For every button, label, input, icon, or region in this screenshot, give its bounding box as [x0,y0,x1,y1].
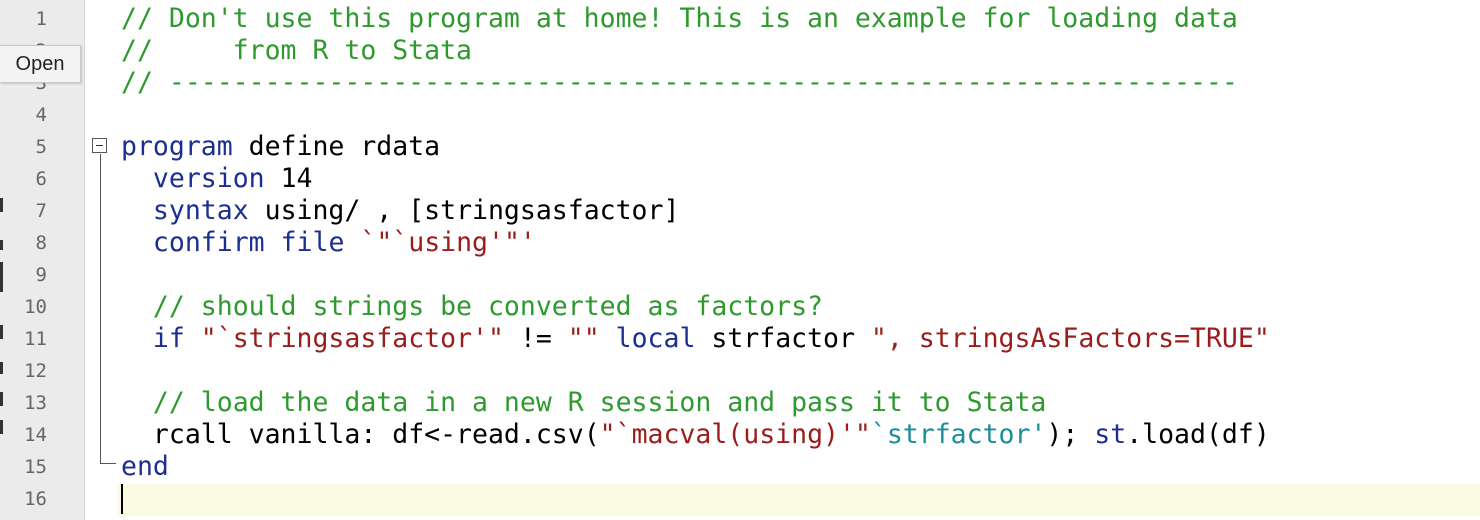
code-line-15[interactable]: end [121,451,169,483]
comment: // should strings be converted as factor… [152,291,824,322]
line-number: 1 [35,8,47,30]
keyword: st [1094,419,1127,450]
code-text: using/ , [stringsasfactor] [248,195,680,226]
fold-toggle-icon[interactable] [92,138,107,153]
background-window-edge [0,262,3,292]
line-number: 10 [24,296,47,318]
line-number: 11 [24,328,47,350]
line-number: 15 [24,456,47,478]
macro-reference: `strfactor' [870,419,1047,450]
background-window-edge [0,198,3,212]
string-literal: "" [567,323,600,354]
code-text: define rdata [232,131,441,162]
code-line-8[interactable]: confirm file `"`using'"' [121,227,536,259]
keyword: program [121,131,233,162]
current-line-highlight [117,484,1480,516]
code-line-13[interactable]: // load the data in a new R session and … [121,387,1046,419]
code-line-2[interactable]: // from R to Stata [121,35,472,67]
line-number: 5 [35,136,47,158]
background-window-edge [0,392,3,406]
keyword: file [280,227,345,258]
code-text: .load(df) [1126,419,1270,450]
code-line-1[interactable]: // Don't use this program at home! This … [121,3,1238,35]
keyword: version [152,163,265,194]
string-literal: ", stringsAsFactors=TRUE" [870,323,1270,354]
code-line-6[interactable]: version 14 [121,163,313,195]
string-literal: "`macval(using)'" [599,419,871,450]
keyword: end [121,451,169,482]
code-text: 14 [264,163,313,194]
line-number: 9 [35,264,47,286]
code-line-7[interactable]: syntax using/ , [stringsasfactor] [121,195,680,227]
code-line-14[interactable]: rcall vanilla: df<-read.csv("`macval(usi… [121,419,1270,451]
keyword: if [152,323,185,354]
comment: // Don't use this program at home! This … [121,3,1238,34]
keyword: confirm [152,227,265,258]
line-number: 14 [24,424,47,446]
string-literal: `"`using'"' [360,227,536,258]
fold-guide-end [100,463,116,464]
line-number: 6 [35,168,47,190]
keyword: local [599,323,696,354]
fold-guide-line [100,154,101,464]
code-line-3[interactable]: // -------------------------------------… [121,67,1238,99]
line-number: 8 [35,232,47,254]
string-literal: "`stringsasfactor'" [184,323,504,354]
text-caret [121,484,123,514]
line-number: 16 [24,488,47,510]
code-line-11[interactable]: if "`stringsasfactor'" != "" local strfa… [121,323,1270,355]
comment: // load the data in a new R session and … [152,387,1047,418]
comment: // from R to Stata [121,35,472,66]
code-line-5[interactable]: program define rdata [121,131,440,163]
open-tooltip[interactable]: Open [0,45,81,83]
line-number: 12 [24,360,47,382]
code-line-10[interactable]: // should strings be converted as factor… [121,291,823,323]
code-text: rcall vanilla: df<-read.csv( [152,419,600,450]
background-window-edge [0,240,3,250]
code-text: ); [1046,419,1095,450]
operator: != [503,323,568,354]
comment: // -------------------------------------… [121,67,1238,98]
line-number: 7 [35,200,47,222]
keyword: syntax [152,195,249,226]
background-window-edge [0,420,3,434]
line-number: 13 [24,392,47,414]
code-text: strfactor [695,323,871,354]
line-number: 4 [35,104,47,126]
background-window-edge [0,325,3,339]
background-window-edge [0,362,3,374]
